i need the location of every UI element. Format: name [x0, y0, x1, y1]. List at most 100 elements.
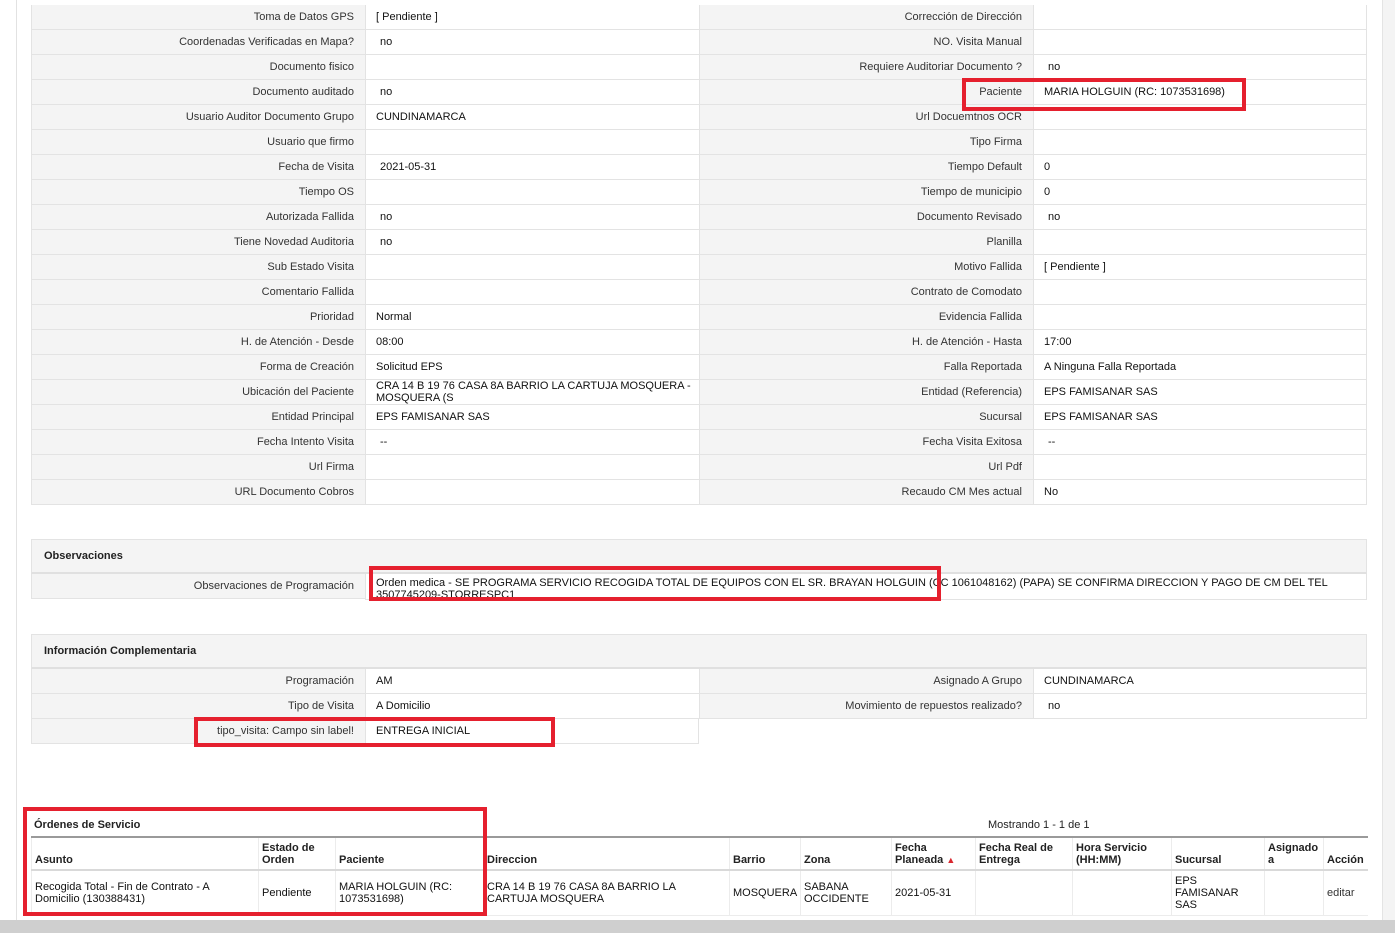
- field-label: Comentario Fallida: [31, 280, 365, 305]
- field-label: Sucursal: [699, 405, 1033, 430]
- cell-zona: SABANA OCCIDENTE: [800, 870, 892, 916]
- field-label: NO. Visita Manual: [699, 30, 1033, 55]
- observaciones-label: Observaciones de Programación: [31, 574, 365, 599]
- col-sucursal[interactable]: Sucursal: [1171, 836, 1265, 871]
- field-label: Motivo Fallida: [699, 255, 1033, 280]
- field-label: Asignado A Grupo: [699, 669, 1033, 694]
- detail-row: Url Firma Url Pdf: [31, 455, 1367, 480]
- detail-row: Sub Estado Visita Motivo Fallida[ Pendien…: [31, 255, 1367, 280]
- field-label: Entidad (Referencia): [699, 380, 1033, 405]
- field-label: Corrección de Dirección: [699, 5, 1033, 30]
- detail-row: Entidad Principal EPS FAMISANAR SAS Sucurs…: [31, 405, 1367, 430]
- detail-row: Documento auditado no Paciente MARIA HOLGUI…: [31, 80, 1367, 105]
- field-value: No: [1033, 480, 1367, 505]
- field-label: Falla Reportada: [699, 355, 1033, 380]
- sort-up-triangle-icon[interactable]: ▲: [946, 855, 955, 865]
- observaciones-panel: Observaciones Observaciones de Programac…: [31, 539, 1367, 600]
- detail-row: Documento fisico Requiere Auditoriar Docu…: [31, 55, 1367, 80]
- detail-row: Comentario Fallida Contrato de Comodato: [31, 280, 1367, 305]
- field-label: Prioridad: [31, 305, 365, 330]
- cell-fecha-real: [975, 870, 1073, 916]
- detail-row: Autorizada Fallida no Documento Revisado no: [31, 205, 1367, 230]
- field-value: [ Pendiente ]: [365, 5, 699, 30]
- field-value: EPS FAMISANAR SAS: [1033, 405, 1367, 430]
- field-value: EPS FAMISANAR SAS: [1033, 380, 1367, 405]
- field-value: [1033, 105, 1367, 130]
- edit-link[interactable]: editar: [1327, 887, 1355, 899]
- detail-row: Coordenadas Verificadas en Mapa? no NO. Vi…: [31, 30, 1367, 55]
- field-value: --: [365, 430, 699, 455]
- field-value: 0: [1033, 155, 1367, 180]
- field-label: Tiempo de municipio: [699, 180, 1033, 205]
- field-label: URL Documento Cobros: [31, 480, 365, 505]
- field-label: Autorizada Fallida: [31, 205, 365, 230]
- field-label: Toma de Datos GPS: [31, 5, 365, 30]
- field-value: CUNDINAMARCA: [365, 105, 699, 130]
- cell-hora: [1072, 870, 1172, 916]
- col-barrio[interactable]: Barrio: [729, 836, 801, 871]
- cell-fecha-planeada: 2021-05-31: [891, 870, 976, 916]
- detail-row: H. de Atención - Desde 08:00 H. de Atenció…: [31, 330, 1367, 355]
- cell-asunto: Recogida Total - Fin de Contrato - A Dom…: [31, 870, 259, 916]
- col-asignado[interactable]: Asignado a: [1264, 836, 1324, 871]
- col-zona[interactable]: Zona: [800, 836, 892, 871]
- field-value: [1033, 455, 1367, 480]
- field-label: Forma de Creación: [31, 355, 365, 380]
- field-label: Planilla: [699, 230, 1033, 255]
- vertical-scrollbar[interactable]: [1382, 0, 1395, 920]
- field-label: Fecha Intento Visita: [31, 430, 365, 455]
- cell-asignado: [1264, 870, 1324, 916]
- field-value: [1033, 30, 1367, 55]
- field-value: CRA 14 B 19 76 CASA 8A BARRIO LA CARTUJA…: [365, 380, 699, 405]
- col-asunto[interactable]: Asunto: [31, 836, 259, 871]
- field-label: Fecha Visita Exitosa: [699, 430, 1033, 455]
- field-value: 2021-05-31: [365, 155, 699, 180]
- field-value: AM: [365, 669, 699, 694]
- field-label: Url Pdf: [699, 455, 1033, 480]
- observaciones-value: Orden medica - SE PROGRAMA SERVICIO RECO…: [365, 574, 1367, 600]
- visit-detail-grid: Toma de Datos GPS[ Pendiente ] Corrección…: [31, 5, 1367, 505]
- complementaria-extra-row: tipo_visita: Campo sin label! ENTREGA IN…: [31, 719, 1367, 744]
- field-value: [365, 255, 699, 280]
- field-label: Url Firma: [31, 455, 365, 480]
- field-value: 08:00: [365, 330, 699, 355]
- orders-title: Órdenes de Servicio: [34, 819, 141, 831]
- field-value: [1033, 280, 1367, 305]
- orders-table: Asunto Estado de Orden Paciente Direccio…: [31, 836, 1368, 916]
- orders-count: Mostrando 1 - 1 de 1: [988, 819, 1090, 831]
- detail-row: Fecha Intento Visita -- Fecha Visita Exito…: [31, 430, 1367, 455]
- field-value: 0: [1033, 180, 1367, 205]
- field-value: Normal: [365, 305, 699, 330]
- col-direccion[interactable]: Direccion: [483, 836, 730, 871]
- informacion-complementaria-panel: Información Complementaria Programación A…: [31, 634, 1367, 744]
- field-label: Ubicación del Paciente: [31, 380, 365, 405]
- detail-row: Tipo de Visita A Domicilio Movimiento de r…: [31, 694, 1367, 719]
- field-value: CUNDINAMARCA: [1033, 669, 1367, 694]
- field-value: no: [365, 230, 699, 255]
- field-value: [1033, 305, 1367, 330]
- horizontal-scrollbar[interactable]: [0, 920, 1395, 933]
- field-value: [1033, 130, 1367, 155]
- col-fecha-real[interactable]: Fecha Real de Entrega: [975, 836, 1073, 871]
- field-label: Paciente: [699, 80, 1033, 105]
- field-label: Movimiento de repuestos realizado?: [699, 694, 1033, 719]
- cell-direccion: CRA 14 B 19 76 CASA 8A BARRIO LA CARTUJA…: [483, 870, 730, 916]
- field-label: Tiempo OS: [31, 180, 365, 205]
- field-label: Recaudo CM Mes actual: [699, 480, 1033, 505]
- col-fecha-planeada[interactable]: Fecha Planeada ▲: [891, 836, 976, 871]
- col-paciente[interactable]: Paciente: [335, 836, 484, 871]
- complementaria-title: Información Complementaria: [31, 634, 1367, 669]
- field-value: no: [1033, 205, 1367, 230]
- field-label: Evidencia Fallida: [699, 305, 1033, 330]
- field-value: no: [1033, 694, 1367, 719]
- detail-row: URL Documento Cobros Recaudo CM Mes actua…: [31, 480, 1367, 505]
- detail-row: Forma de Creación Solicitud EPS Falla Repo…: [31, 355, 1367, 380]
- cell-estado: Pendiente: [258, 870, 336, 916]
- field-value: [365, 130, 699, 155]
- field-label: Coordenadas Verificadas en Mapa?: [31, 30, 365, 55]
- complementaria-grid: Programación AM Asignado A Grupo CUNDINAMAR…: [31, 669, 1367, 719]
- col-estado[interactable]: Estado de Orden: [258, 836, 336, 871]
- field-label: Tipo de Visita: [31, 694, 365, 719]
- col-hora[interactable]: Hora Servicio (HH:MM): [1072, 836, 1172, 871]
- field-label: Documento Revisado: [699, 205, 1033, 230]
